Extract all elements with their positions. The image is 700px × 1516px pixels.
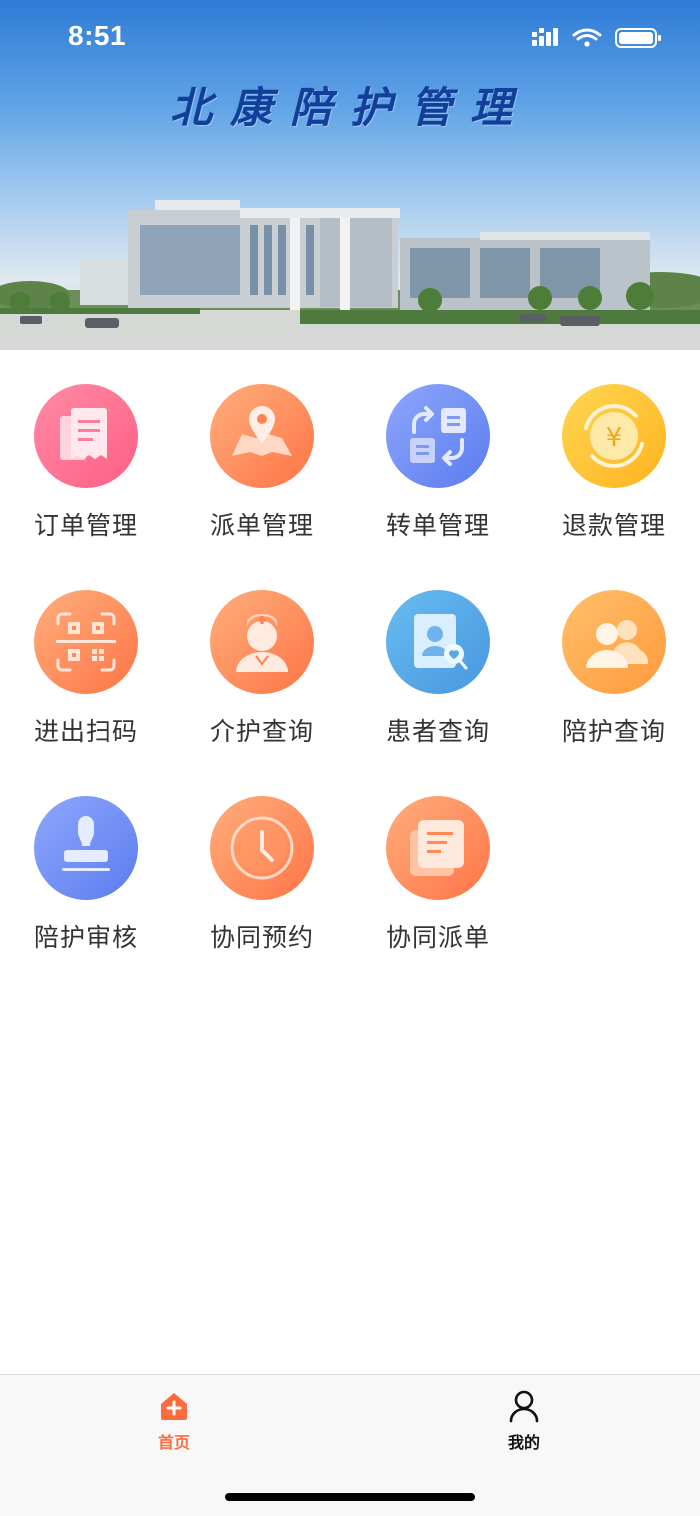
status-time: 8:51 — [68, 20, 127, 51]
menu-item-refund-management[interactable]: ¥ 退款管理 — [534, 350, 694, 540]
qr-scan-icon — [34, 590, 138, 694]
menu-item-escort-query[interactable]: 陪护查询 — [534, 556, 694, 746]
signal-wifi-battery-icon — [532, 28, 661, 48]
menu-item-label: 介护查询 — [209, 717, 314, 746]
document-stack-icon — [386, 796, 490, 900]
map-pin-icon — [210, 384, 314, 488]
clock-icon — [210, 796, 314, 900]
menu-item-nursing-query[interactable]: 介护查询 — [182, 556, 342, 746]
menu-item-escort-review[interactable]: 陪护审核 — [6, 762, 166, 952]
nurse-icon — [210, 590, 314, 694]
menu-item-collab-appointment[interactable]: 协同预约 — [182, 762, 342, 952]
menu-item-label: 订单管理 — [33, 511, 138, 540]
home-indicator — [225, 1493, 475, 1501]
user-icon — [509, 1390, 539, 1423]
order-receipt-icon — [34, 384, 138, 488]
tab-mine-label: 我的 — [507, 1433, 540, 1452]
menu-item-label: 派单管理 — [209, 511, 314, 540]
app-title: 北康陪护管理 — [169, 83, 530, 132]
refund-yen-icon: ¥ — [562, 384, 666, 488]
tab-home[interactable]: 首页 — [114, 1389, 234, 1453]
tab-mine[interactable]: 我的 — [464, 1389, 584, 1453]
status-icons — [532, 26, 664, 54]
menu-item-dispatch-management[interactable]: 派单管理 — [182, 350, 342, 540]
menu-item-label: 协同派单 — [385, 923, 490, 952]
menu-item-patient-query[interactable]: 患者查询 — [358, 556, 518, 746]
people-icon — [562, 590, 666, 694]
menu-item-label: 陪护审核 — [33, 923, 138, 952]
header-banner: 8:51 北康陪护管理 — [0, 0, 700, 350]
menu-item-label: 陪护查询 — [561, 717, 666, 746]
menu-item-label: 退款管理 — [561, 511, 666, 540]
home-icon — [161, 1393, 187, 1420]
menu-item-transfer-management[interactable]: 转单管理 — [358, 350, 518, 540]
menu-item-order-management[interactable]: 订单管理 — [6, 350, 166, 540]
menu-item-label: 进出扫码 — [33, 717, 138, 746]
menu-item-label: 协同预约 — [209, 923, 314, 952]
tab-home-label: 首页 — [157, 1433, 190, 1452]
stamp-icon — [34, 796, 138, 900]
menu-item-collab-dispatch[interactable]: 协同派单 — [358, 762, 518, 952]
patient-card-icon — [386, 590, 490, 694]
menu-item-label: 转单管理 — [385, 511, 490, 540]
hospital-building-image — [0, 200, 700, 350]
status-bar: 8:51 — [0, 0, 700, 80]
menu-item-scan-in-out[interactable]: 进出扫码 — [6, 556, 166, 746]
svg-text:¥: ¥ — [606, 423, 623, 453]
transfer-icon — [386, 384, 490, 488]
menu-item-label: 患者查询 — [385, 717, 490, 746]
